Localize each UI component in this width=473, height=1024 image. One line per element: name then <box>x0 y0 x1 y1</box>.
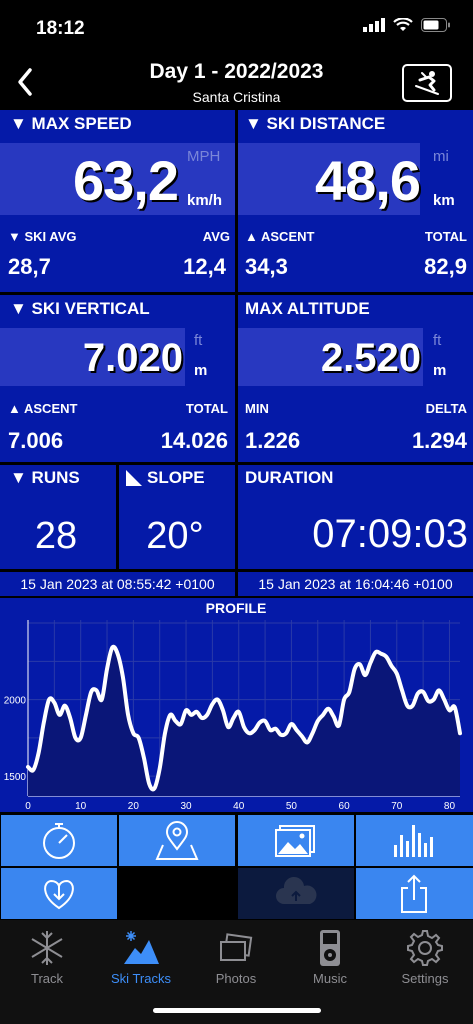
x-tick-label: 10 <box>75 801 87 812</box>
photos-button[interactable] <box>238 815 354 866</box>
vertical-ascent-value: 7.006 <box>8 428 64 453</box>
share-button[interactable] <box>356 868 473 919</box>
y-tick-label: 1500 <box>4 772 27 783</box>
y-tick-label: 2000 <box>4 696 27 707</box>
distance-total-label: TOTAL <box>424 229 467 244</box>
x-tick-label: 20 <box>128 801 140 812</box>
x-tick-label: 40 <box>233 801 245 812</box>
x-tick-label: 50 <box>286 801 298 812</box>
runs-value: 28 <box>34 515 78 557</box>
max-speed-label: ▼ MAX SPEED <box>10 114 132 133</box>
photos-icon <box>220 933 253 961</box>
heart-download-icon <box>44 879 74 910</box>
home-indicator <box>153 1008 321 1013</box>
profile-chart[interactable]: PROFILE 0 10 20 30 40 50 60 70 80 1500 2000 <box>0 598 473 812</box>
altitude-min-label: MIN <box>245 401 269 416</box>
altitude-min-value: 1.226 <box>245 428 301 453</box>
x-tick-label: 60 <box>339 801 351 812</box>
skier-icon <box>415 71 439 95</box>
ski-vertical-label: ▼ SKI VERTICAL <box>10 299 150 318</box>
distance-total-value: 82,9 <box>424 254 467 279</box>
ski-vertical-unit[interactable]: m <box>194 362 207 379</box>
tab-photos[interactable]: Photos <box>189 928 283 986</box>
share-icon <box>401 874 427 913</box>
snowflake-icon <box>31 931 63 965</box>
wifi-icon <box>393 18 413 31</box>
max-altitude-label: MAX ALTITUDE <box>245 299 370 318</box>
ski-distance-value: 48,6 <box>315 149 421 212</box>
vertical-ascent-label: ▲ ASCENT <box>8 401 78 416</box>
max-speed-unit-alt[interactable]: MPH <box>187 148 220 165</box>
status-time: 18:12 <box>36 18 85 39</box>
ski-distance-label: ▼ SKI DISTANCE <box>245 114 386 133</box>
avg-value: 12,4 <box>183 254 226 279</box>
vertical-total-label: TOTAL <box>185 401 228 416</box>
ski-distance-unit-alt[interactable]: mi <box>433 148 449 165</box>
tab-ski-tracks[interactable]: Ski Tracks <box>94 928 188 986</box>
tab-music-label: Music <box>313 971 347 986</box>
photos-icon <box>275 825 315 857</box>
duration-label: DURATION <box>245 468 334 487</box>
ski-vertical-value: 7.020 <box>82 336 183 380</box>
x-tick-label: 30 <box>180 801 192 812</box>
map-button[interactable] <box>119 815 235 866</box>
avg-label: AVG <box>202 229 230 244</box>
max-altitude-value: 2.520 <box>320 336 421 380</box>
ski-avg-label: ▼ SKI AVG <box>8 229 77 244</box>
status-icons <box>363 18 451 32</box>
altitude-delta-label: DELTA <box>425 401 467 416</box>
bar-chart-icon <box>394 825 433 857</box>
slope-label: SLOPE <box>147 468 205 487</box>
gear-icon <box>407 930 443 966</box>
duration-value: 07:09:03 <box>312 512 468 556</box>
vertical-total-value: 14.026 <box>160 428 228 453</box>
x-tick-label: 70 <box>391 801 403 812</box>
tab-track-label: Track <box>30 971 64 986</box>
tab-photos-label: Photos <box>215 971 257 986</box>
start-date: 15 Jan 2023 at 08:55:42 +0100 <box>20 576 215 592</box>
chart-title: PROFILE <box>206 600 267 616</box>
mountain-icon <box>124 931 159 964</box>
distance-ascent-label: ▲ ASCENT <box>245 229 315 244</box>
profile-chart-svg: PROFILE 0 10 20 30 40 50 60 70 80 1500 2000 <box>4 600 462 812</box>
tab-ski-tracks-label: Ski Tracks <box>111 971 171 986</box>
map-pin-icon <box>155 821 199 860</box>
tab-settings-label: Settings <box>401 971 449 986</box>
stopwatch-icon <box>43 823 75 859</box>
ski-mode-button[interactable] <box>402 64 452 102</box>
tab-music[interactable]: Music <box>283 928 377 986</box>
max-altitude-unit-alt[interactable]: ft <box>433 332 441 349</box>
max-speed-unit[interactable]: km/h <box>187 192 222 209</box>
ipod-icon <box>320 930 340 966</box>
slope-icon <box>126 470 142 486</box>
ski-vertical-unit-alt[interactable]: ft <box>194 332 202 349</box>
altitude-delta-value: 1.294 <box>411 428 467 453</box>
signal-icon <box>363 18 385 32</box>
ski-avg-value: 28,7 <box>8 254 51 279</box>
distance-ascent-value: 34,3 <box>245 254 288 279</box>
stopwatch-button[interactable] <box>1 815 117 866</box>
favorite-button[interactable] <box>1 868 117 919</box>
battery-icon <box>421 18 450 32</box>
max-speed-value: 63,2 <box>73 149 179 212</box>
cloud-upload-icon <box>276 876 317 904</box>
stats-button[interactable] <box>356 815 473 866</box>
end-date: 15 Jan 2023 at 16:04:46 +0100 <box>258 576 453 592</box>
cloud-upload-button[interactable] <box>238 868 354 919</box>
max-altitude-unit[interactable]: m <box>433 362 446 379</box>
x-tick-label: 0 <box>25 801 31 812</box>
x-tick-label: 80 <box>444 801 456 812</box>
tab-track[interactable]: Track <box>0 928 94 986</box>
tab-settings[interactable]: Settings <box>378 928 472 986</box>
ski-distance-unit[interactable]: km <box>433 192 455 209</box>
slope-value: 20° <box>146 515 204 557</box>
runs-label: ▼ RUNS <box>10 468 80 487</box>
